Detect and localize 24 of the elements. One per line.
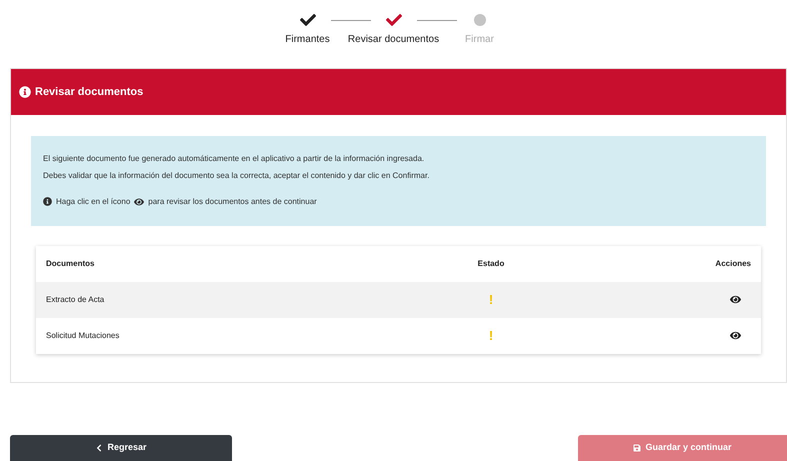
back-button[interactable]: Regresar xyxy=(10,435,232,461)
step-label: Firmantes xyxy=(285,33,330,47)
panel-title: Revisar documentos xyxy=(35,84,144,100)
warning-status: ! xyxy=(488,327,494,346)
table-cell-text: Extracto de Acta xyxy=(46,294,106,306)
view-icon[interactable] xyxy=(730,294,741,306)
info-icon xyxy=(43,197,52,206)
info-text: Debes validar que la información del documento sea la correcta, aceptar el contenido y dar clic en Confirmar. xyxy=(43,170,430,182)
column-header: Estado xyxy=(476,258,506,270)
chevron-left-icon xyxy=(95,444,104,452)
check-icon xyxy=(300,12,316,28)
view-icon[interactable] xyxy=(730,330,741,342)
step-label: Revisar documentos xyxy=(348,33,440,47)
column-header: Acciones xyxy=(714,258,751,270)
hint-text: Haga clic en el ícono xyxy=(56,196,130,208)
warning-status: ! xyxy=(488,291,494,310)
info-text: El siguiente documento fue generado automáticamente en el aplicativo a partir de la información ingresada. xyxy=(43,152,426,165)
eye-icon xyxy=(134,196,144,207)
step-label: Firmar xyxy=(465,33,494,47)
info-icon xyxy=(19,86,31,98)
column-header: Documentos xyxy=(46,258,96,270)
table-cell-text: Solicitud Mutaciones xyxy=(46,330,120,342)
hint-text: para revisar los documentos antes de continuar xyxy=(148,196,317,208)
check-icon xyxy=(386,12,402,28)
